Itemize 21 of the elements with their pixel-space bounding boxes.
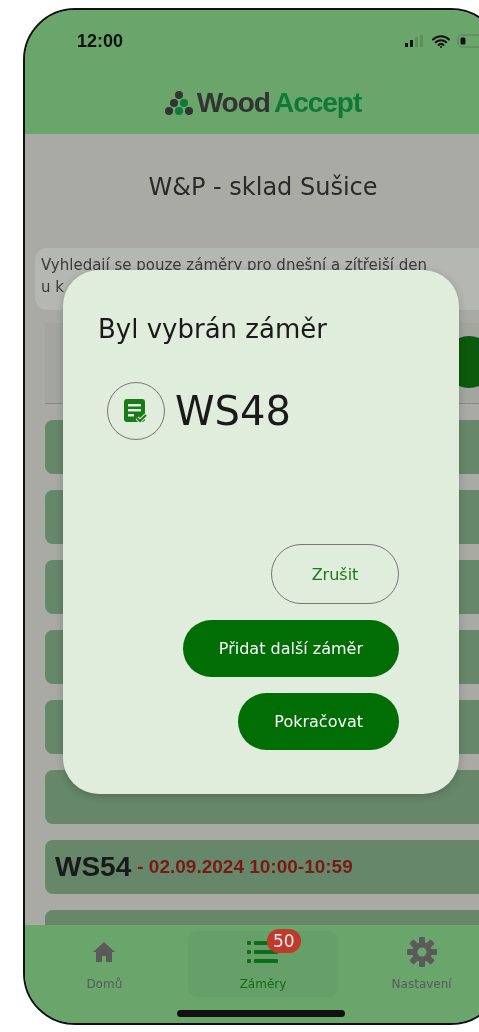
item-date: - 02.09.2024 10:00-10:59 (137, 856, 353, 878)
wifi-icon (432, 34, 450, 48)
status-time: 12:00 (77, 30, 124, 52)
tab[interactable]: 50 Záměry (188, 931, 338, 997)
signal-icon (405, 35, 425, 47)
battery-icon (457, 34, 479, 48)
dialog-title: Byl vybrán záměr (98, 313, 328, 346)
selected-code: WS48 (175, 388, 291, 434)
item-code: WS54 (55, 851, 132, 883)
list-item[interactable]: WS54 - 02.09.2024 10:00-10:59 (45, 840, 479, 894)
settings-icon (405, 936, 438, 968)
logo-text-accent: Accept (273, 87, 362, 119)
page-title: W&P - sklad Sušice (147, 172, 379, 203)
home-icon (92, 941, 117, 963)
logo-text: Wood (196, 87, 270, 119)
count-badge: 50 (267, 929, 301, 953)
dialog-button[interactable]: Přidat další záměr (182, 620, 399, 677)
tab[interactable]: Domů (29, 931, 180, 997)
logo-icon (164, 90, 193, 116)
dialog-button[interactable]: Pokračovat (238, 693, 399, 750)
tab[interactable]: Nastavení (346, 931, 479, 997)
